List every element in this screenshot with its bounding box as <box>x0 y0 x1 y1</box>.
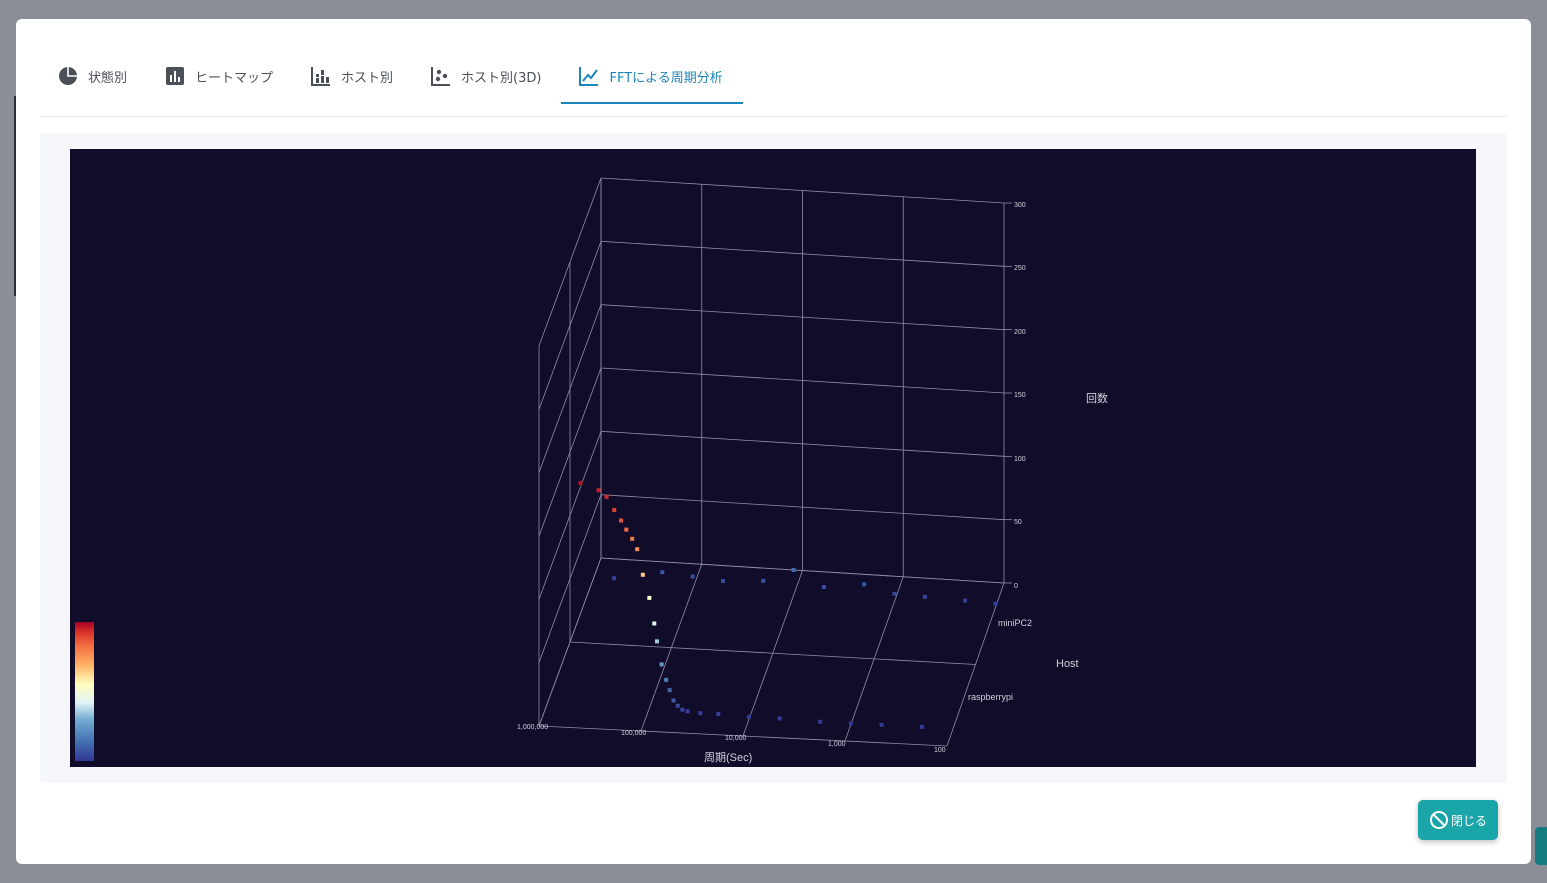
z-tick-label: 300 <box>1014 202 1026 209</box>
y-axis-title: Host <box>1056 658 1079 670</box>
tab-heatmap[interactable]: ヒートマップ <box>147 54 293 98</box>
data-point-miniPC2 <box>993 601 998 606</box>
tab-label: ヒートマップ <box>195 70 274 86</box>
tab-divider <box>40 116 1507 117</box>
data-point-miniPC2 <box>761 578 766 583</box>
axis-grid <box>538 177 1012 747</box>
tab-bar: 状態別 ヒートマップ ホスト別 ホスト別(3D) FFTによる周期分析 <box>40 51 744 104</box>
data-point-raspberrypi <box>818 719 823 724</box>
scatter-icon <box>431 66 451 86</box>
x-axis-title: 周期(Sec) <box>704 751 752 764</box>
data-point-raspberrypi <box>685 709 690 714</box>
data-point-raspberrypi <box>716 712 721 717</box>
x-tick-label: 1,000 <box>828 741 846 748</box>
tab-fft-period-analysis[interactable]: FFTによる周期分析 <box>561 54 744 104</box>
data-point-raspberrypi <box>624 527 629 532</box>
data-point-miniPC2 <box>721 578 726 583</box>
tab-label: 状態別 <box>88 70 128 86</box>
tab-label: ホスト別(3D) <box>461 70 542 86</box>
data-point-miniPC2 <box>791 567 796 572</box>
data-point-miniPC2 <box>922 594 927 599</box>
scatter-points <box>578 480 998 729</box>
data-point-raspberrypi <box>640 572 645 577</box>
data-point-raspberrypi <box>652 621 657 626</box>
data-point-raspberrypi <box>680 707 685 712</box>
data-point-miniPC2 <box>660 570 665 575</box>
data-point-raspberrypi <box>578 480 583 485</box>
colorbar <box>75 622 94 761</box>
close-button-label: 閉じる <box>1450 813 1487 828</box>
data-point-raspberrypi <box>879 722 884 727</box>
data-point-raspberrypi <box>647 595 652 600</box>
tab-status[interactable]: 状態別 <box>40 54 147 98</box>
close-button[interactable]: 閉じる <box>1418 800 1498 840</box>
z-tick-label: 100 <box>1014 456 1026 463</box>
bar-chart-icon <box>165 66 185 86</box>
data-point-raspberrypi <box>596 488 601 493</box>
data-point-raspberrypi <box>604 494 609 499</box>
x-tick-label: 100,000 <box>621 730 646 737</box>
x-tick-label: 100 <box>934 747 946 754</box>
data-point-raspberrypi <box>619 518 624 523</box>
z-axis-title: 回数 <box>1086 392 1108 405</box>
data-point-raspberrypi <box>659 662 664 667</box>
chart-modal: 状態別 ヒートマップ ホスト別 ホスト別(3D) FFTによる周期分析 0 50… <box>16 19 1547 865</box>
data-point-raspberrypi <box>920 724 925 729</box>
data-point-miniPC2 <box>612 576 617 581</box>
y-grid-line <box>569 641 976 665</box>
data-point-raspberrypi <box>630 536 635 541</box>
data-point-raspberrypi <box>612 508 617 513</box>
data-point-miniPC2 <box>963 598 968 603</box>
data-point-raspberrypi <box>635 547 640 552</box>
data-point-miniPC2 <box>690 574 695 579</box>
z-tick-label: 200 <box>1014 329 1026 336</box>
tab-by-host-3d[interactable]: ホスト別(3D) <box>413 54 561 98</box>
z-tick-label: 0 <box>1014 583 1018 590</box>
pie-chart-icon <box>58 66 78 86</box>
data-point-raspberrypi <box>777 716 782 721</box>
data-point-raspberrypi <box>848 721 853 726</box>
data-point-miniPC2 <box>862 582 867 587</box>
z-tick-label: 50 <box>1014 519 1022 526</box>
y-tick-label: raspberrypi <box>968 692 1013 702</box>
data-point-raspberrypi <box>746 714 751 719</box>
data-point-raspberrypi <box>675 703 680 708</box>
data-point-raspberrypi <box>671 698 676 703</box>
chart-svg[interactable]: 0 50 100 150 200 250 300 回数 1,000,000 10… <box>70 149 1476 767</box>
data-point-raspberrypi <box>667 688 672 693</box>
fft-3d-scatter-plot[interactable]: 0 50 100 150 200 250 300 回数 1,000,000 10… <box>70 149 1476 767</box>
chart-panel: 0 50 100 150 200 250 300 回数 1,000,000 10… <box>40 133 1507 783</box>
tab-label: FFTによる周期分析 <box>609 70 723 86</box>
axis-labels: 0 50 100 150 200 250 300 回数 1,000,000 10… <box>517 202 1108 764</box>
y-tick-label: miniPC2 <box>998 618 1032 628</box>
data-point-miniPC2 <box>821 585 826 590</box>
background-button <box>1535 827 1547 865</box>
data-point-raspberrypi <box>698 711 703 716</box>
z-tick-label: 150 <box>1014 392 1026 399</box>
data-point-raspberrypi <box>664 677 669 682</box>
stacked-bar-icon <box>311 66 331 86</box>
data-point-raspberrypi <box>654 639 659 644</box>
tab-label: ホスト別 <box>341 70 394 86</box>
tab-by-host[interactable]: ホスト別 <box>293 54 413 98</box>
x-tick-label: 10,000 <box>725 735 747 742</box>
x-tick-label: 1,000,000 <box>517 724 548 731</box>
data-point-miniPC2 <box>892 591 897 596</box>
z-tick-label: 250 <box>1014 265 1026 272</box>
line-chart-icon <box>579 66 599 86</box>
ban-icon <box>1429 810 1449 830</box>
